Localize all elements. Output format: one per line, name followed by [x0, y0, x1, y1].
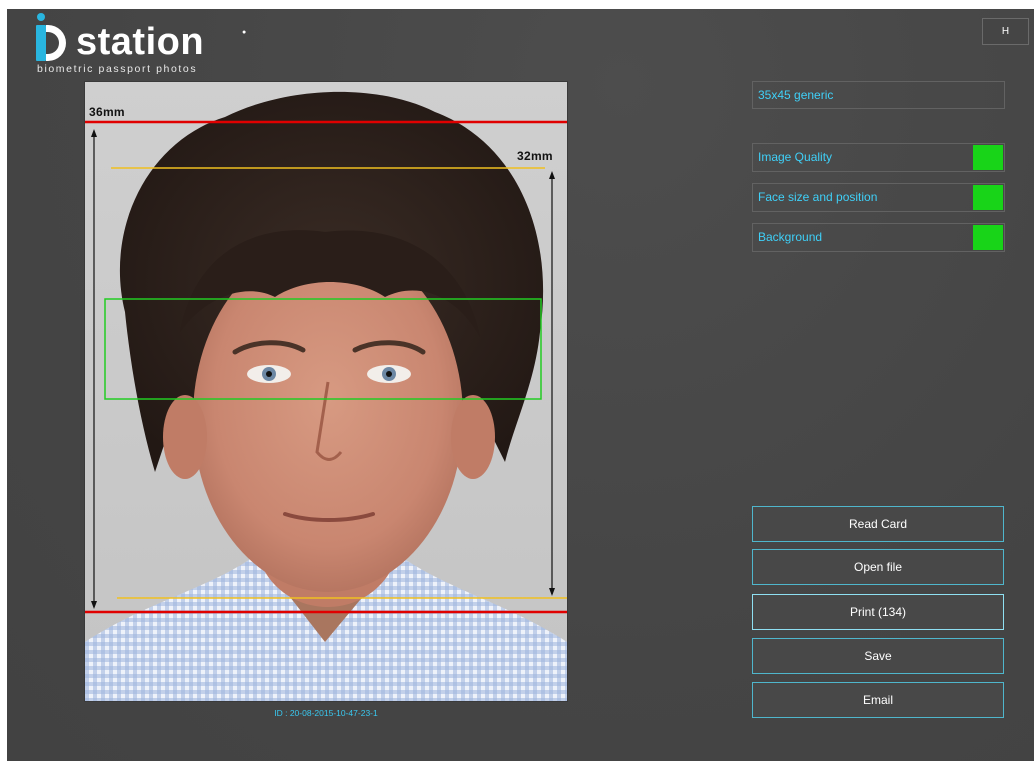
passport-photo-preview: 36mm 32mm — [85, 82, 567, 701]
check-image-quality: Image Quality — [752, 143, 1005, 172]
logo-d-shape — [46, 25, 66, 61]
logo-i-stem — [36, 25, 46, 61]
read-card-button[interactable]: Read Card — [752, 506, 1004, 542]
brand-logo: station ● biometric passport photos — [22, 13, 252, 75]
check-label: Face size and position — [758, 190, 878, 204]
logo-i-dot — [37, 13, 45, 21]
save-button[interactable]: Save — [752, 638, 1004, 674]
check-label: Background — [758, 230, 823, 244]
check-background: Background — [752, 223, 1005, 252]
height-mm-label: 32mm — [517, 149, 553, 163]
logo-tagline: biometric passport photos — [37, 63, 198, 75]
right-ear — [451, 395, 495, 479]
status-indicator — [973, 145, 1003, 170]
portrait-illustration — [85, 91, 567, 701]
face — [193, 242, 463, 592]
portrait-photo: 36mm 32mm — [85, 82, 567, 701]
email-button[interactable]: Email — [752, 682, 1004, 718]
registered-mark: ● — [242, 29, 247, 36]
h-button[interactable]: H — [982, 18, 1029, 45]
status-indicator — [973, 225, 1003, 250]
logo-wordmark: station — [76, 21, 205, 63]
status-indicator — [973, 185, 1003, 210]
check-label: Image Quality — [758, 150, 833, 164]
width-mm-label: 36mm — [89, 105, 125, 119]
app-window: station ● biometric passport photos H 36… — [7, 9, 1034, 761]
photo-id-text: ID : 20-08-2015-10-47-23-1 — [274, 708, 378, 718]
left-ear — [163, 395, 207, 479]
open-file-button[interactable]: Open file — [752, 549, 1004, 585]
print-button[interactable]: Print (134) — [752, 594, 1004, 630]
format-selector[interactable]: 35x45 generic — [752, 81, 1005, 109]
check-face-size-position: Face size and position — [752, 183, 1005, 212]
